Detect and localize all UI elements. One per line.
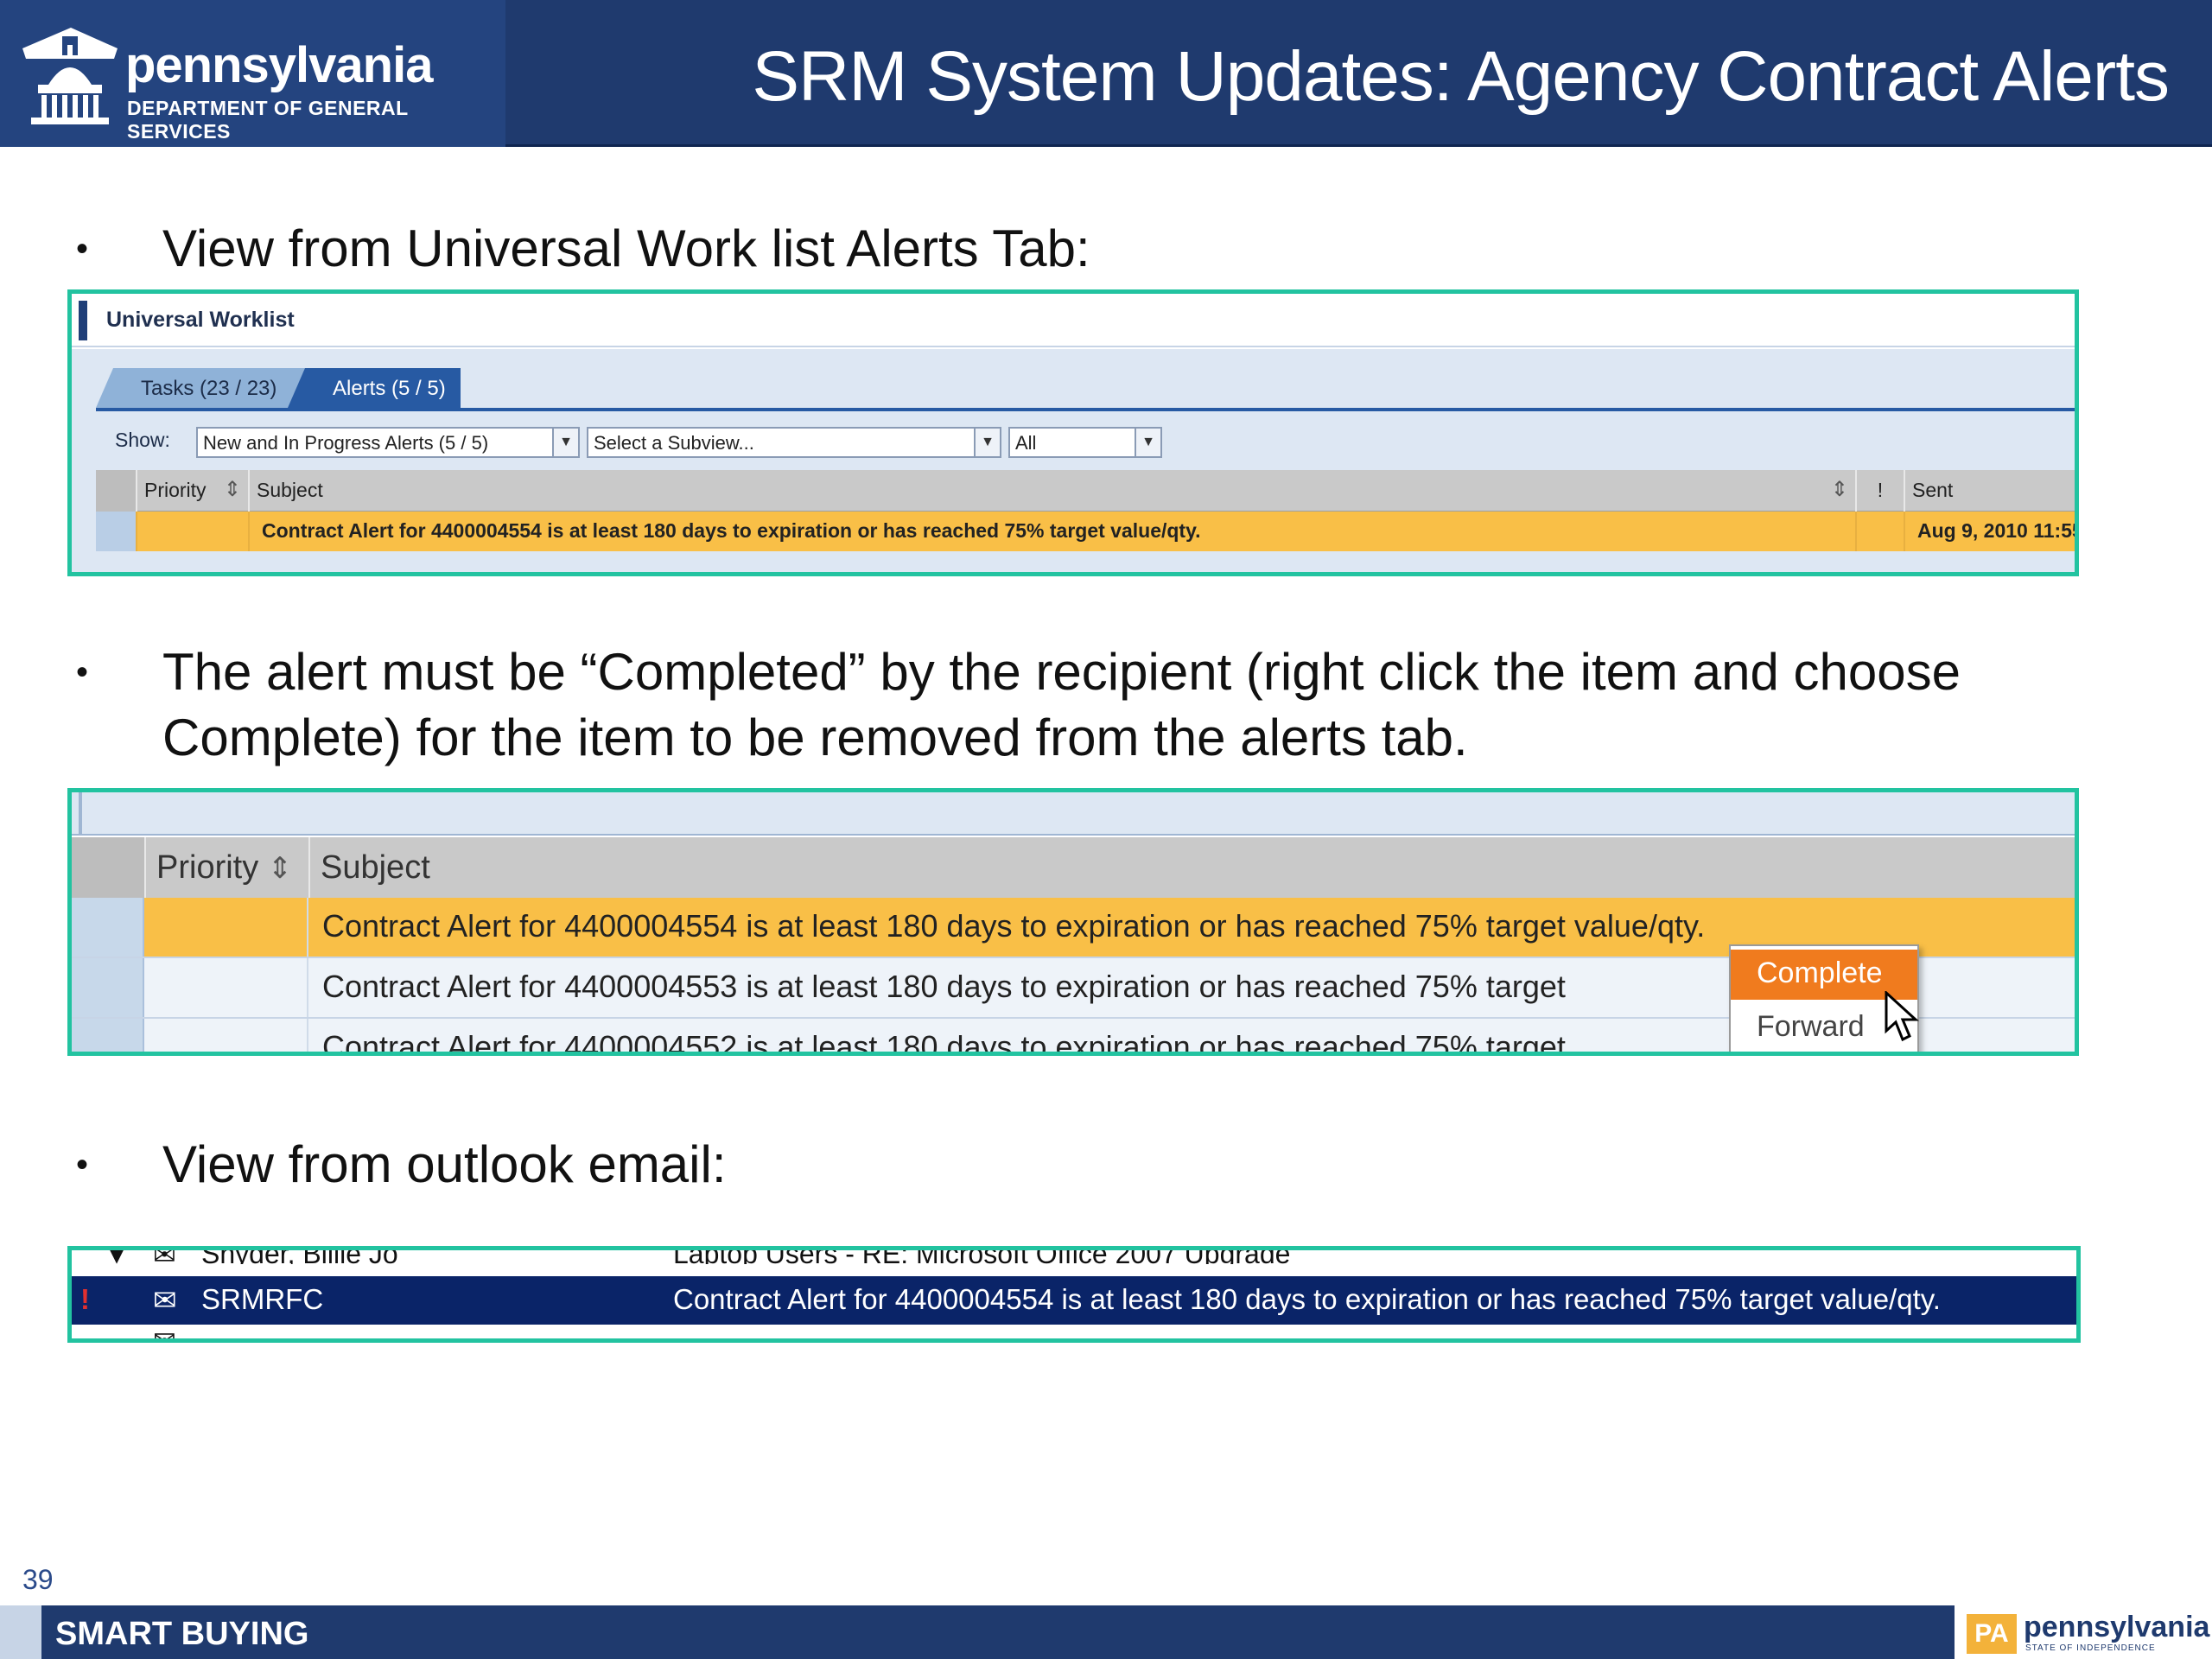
email-row-previous[interactable]: ▾ ✉ Snyder, Billie Jo Laptop Users - RE:… (72, 1246, 2076, 1264)
chevron-down-icon[interactable]: ▼ (1135, 429, 1160, 456)
row-subject[interactable]: Contract Alert for 4400004554 is at leas… (322, 908, 1705, 944)
all-value: All (1015, 432, 1037, 454)
mouse-pointer-icon (1885, 991, 1919, 1042)
page-number: 39 (22, 1564, 54, 1595)
column-subject[interactable]: Subject ⇕ (248, 470, 1855, 512)
email-row-next[interactable]: ✉ (72, 1325, 2076, 1343)
pa-state-logo: PA pennsylvania STATE OF INDEPENDENCE (1955, 1605, 2212, 1659)
row-selector[interactable] (72, 898, 144, 957)
logo-wordmark: pennsylvania (125, 37, 433, 93)
worklist-header: Universal Worklist (72, 294, 2075, 347)
chevron-down-icon[interactable]: ▼ (552, 429, 578, 456)
flag-icon: ▾ (110, 1246, 124, 1264)
row-selector[interactable] (72, 1019, 144, 1052)
chevron-down-icon[interactable]: ▼ (974, 429, 1000, 456)
column-sent[interactable]: Sent ⇕ (1904, 470, 2079, 512)
all-select[interactable]: All ▼ (1008, 427, 1162, 458)
subview-select[interactable]: Select a Subview... ▼ (587, 427, 1001, 458)
row-priority (136, 512, 248, 551)
select-all-cell[interactable] (96, 470, 136, 512)
worklist-title: Universal Worklist (106, 308, 295, 332)
row-subject[interactable]: Contract Alert for 4400004554 is at leas… (248, 512, 1855, 551)
tab-alerts[interactable]: Alerts (5 / 5) (288, 368, 461, 408)
bullet-text-line-1: The alert must be “Completed” by the rec… (162, 643, 1961, 701)
pa-dgs-logo: pennsylvania DEPARTMENT OF GENERAL SERVI… (0, 0, 505, 147)
row-sent: Aug 9, 2010 11:55 AM (1904, 512, 2075, 551)
column-importance[interactable]: ! (1855, 470, 1904, 512)
bullet-text-line-2: Complete) for the item to be removed fro… (162, 709, 1468, 766)
row-priority (144, 1019, 308, 1052)
logo-department: DEPARTMENT OF GENERAL SERVICES (127, 97, 409, 143)
email-subject: Laptop Users - RE: Microsoft Office 2007… (673, 1246, 1291, 1264)
worklist-body: Tasks (23 / 23) Alerts (5 / 5) Show: New… (72, 349, 2075, 572)
email-row-selected[interactable]: ! ✉ SRMRFC Contract Alert for 4400004554… (72, 1276, 2076, 1325)
show-label: Show: (115, 429, 170, 451)
column-priority[interactable]: Priority ⇕ (144, 837, 308, 898)
row-priority (144, 958, 308, 1017)
footer-logo-wordmark: pennsylvania (2024, 1611, 2210, 1643)
row-subject[interactable]: Contract Alert for 4400004553 is at leas… (322, 969, 1566, 1005)
row-selector[interactable] (96, 512, 136, 551)
open-envelope-icon: ✉ (153, 1284, 177, 1316)
worklist-tabs: Tasks (23 / 23) Alerts (5 / 5) (96, 368, 2075, 408)
envelope-icon: ✉ (153, 1246, 176, 1264)
email-subject: Contract Alert for 4400004554 is at leas… (673, 1283, 1941, 1315)
envelope-icon: ✉ (153, 1325, 176, 1343)
footer-label: SMART BUYING (55, 1616, 309, 1652)
bullet-dot: • (76, 1146, 89, 1184)
worklist-table-header: Priority ⇕ Subject ⇕ ! Sent ⇕ (96, 470, 2075, 512)
slide-footer: SMART BUYING (0, 1605, 2212, 1659)
column-subject[interactable]: Subject (308, 837, 2075, 898)
sort-icon[interactable]: ⇕ (1831, 477, 1848, 502)
bullet-text: View from outlook email: (162, 1135, 727, 1193)
complete-alert-screenshot: Priority ⇕ Subject Contract Alert for 44… (67, 788, 2079, 1056)
outlook-inbox-screenshot: ▾ ✉ Snyder, Billie Jo Laptop Users - RE:… (67, 1246, 2081, 1343)
high-importance-icon: ! (80, 1283, 90, 1315)
pa-keystone-icon: PA (1967, 1614, 2017, 1654)
bullet-text: View from Universal Work list Alerts Tab… (162, 219, 1090, 277)
email-from: Snyder, Billie Jo (201, 1246, 398, 1264)
row-priority (144, 898, 308, 957)
bullet-dot: • (76, 653, 89, 691)
sort-icon[interactable]: ⇕ (268, 852, 293, 885)
slide-header: pennsylvania DEPARTMENT OF GENERAL SERVI… (0, 0, 2212, 147)
row-importance (1855, 512, 1904, 551)
table-row[interactable]: Contract Alert for 4400004554 is at leas… (96, 512, 2075, 551)
footer-logo-tagline: STATE OF INDEPENDENCE (2025, 1643, 2156, 1653)
universal-worklist-screenshot: Universal Worklist Tasks (23 / 23) Alert… (67, 289, 2079, 576)
row-selector[interactable] (72, 958, 144, 1017)
bullet-dot: • (76, 230, 89, 268)
sort-icon[interactable]: ⇕ (2078, 477, 2079, 502)
email-from: SRMRFC (201, 1283, 324, 1315)
slide-title: SRM System Updates: Agency Contract Aler… (752, 37, 2170, 116)
alerts-table-header: Priority ⇕ Subject (72, 837, 2075, 898)
capitol-dome-icon (22, 28, 118, 124)
tab-tasks[interactable]: Tasks (23 / 23) (96, 368, 314, 408)
subview-value: Select a Subview... (594, 432, 754, 454)
alert-filter-select[interactable]: New and In Progress Alerts (5 / 5) ▼ (196, 427, 580, 458)
alert-filter-value: New and In Progress Alerts (5 / 5) (203, 432, 489, 454)
row-subject[interactable]: Contract Alert for 4400004552 is at leas… (322, 1029, 1566, 1052)
select-all-cell[interactable] (72, 837, 144, 898)
column-priority[interactable]: Priority ⇕ (136, 470, 248, 512)
sort-icon[interactable]: ⇕ (224, 477, 241, 502)
